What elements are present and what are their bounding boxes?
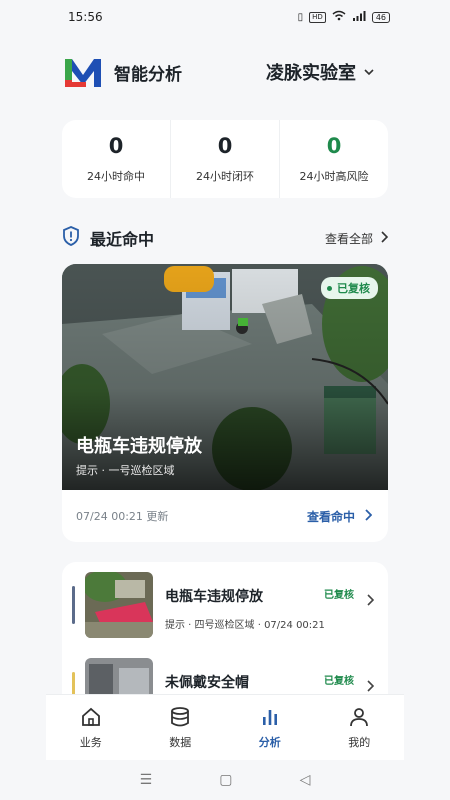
list-item-body: 电瓶车违规停放 提示 · 四号巡检区域 · 07/24 00:21 已复核	[165, 572, 388, 638]
nav-me[interactable]: 我的	[315, 695, 405, 760]
brand: 智能分析	[62, 53, 182, 91]
list-item-title: 电瓶车违规停放	[165, 589, 263, 605]
stat-value: 0	[217, 134, 233, 158]
view-hit-label: 查看命中	[306, 509, 355, 524]
stat-label: 24小时高风险	[299, 170, 369, 183]
hd-icon: HD	[309, 11, 326, 23]
chevron-right-icon	[367, 594, 375, 610]
nav-label: 业务	[79, 735, 102, 749]
lab-name: 凌脉实验室	[266, 63, 356, 84]
badge-label: 已复核	[337, 282, 370, 295]
nav-label: 数据	[169, 735, 192, 749]
stats-card: 0 24小时命中 0 24小时闭环 0 24小时高风险	[62, 120, 388, 198]
bottom-navigation: 业务 数据 分析 我的	[46, 694, 404, 760]
user-icon	[350, 707, 369, 726]
nav-label: 我的	[348, 735, 371, 749]
featured-hit-title: 电瓶车违规停放	[76, 436, 202, 457]
wifi-icon	[332, 10, 346, 24]
view-all-link[interactable]: 查看全部	[324, 230, 389, 247]
battery-level: 46	[375, 12, 386, 22]
accent-bar	[72, 586, 75, 624]
featured-hit-subtitle: 提示 · 一号巡检区域	[76, 464, 175, 477]
stat-label: 24小时闭环	[196, 170, 254, 183]
view-all-label: 查看全部	[324, 231, 373, 246]
recent-hits-header: 最近命中 查看全部	[62, 224, 389, 252]
nav-business[interactable]: 业务	[46, 695, 136, 760]
app-header: 智能分析 凌脉实验室	[46, 44, 404, 100]
home-icon	[81, 707, 100, 726]
updated-time: 07/24 00:21 更新	[76, 510, 169, 523]
list-item-subtitle: 提示 · 四号巡检区域 · 07/24 00:21	[165, 620, 325, 631]
list-item-status: 已复核	[324, 590, 354, 601]
stat-label: 24小时命中	[87, 170, 145, 183]
review-status-badge: 已复核	[321, 277, 378, 299]
signal-icon	[352, 10, 366, 24]
back-icon[interactable]: ◁	[300, 772, 311, 788]
home-button-icon[interactable]: ▢	[219, 772, 232, 788]
featured-hit-card[interactable]: 已复核 电瓶车违规停放 提示 · 一号巡检区域 07/24 00:21 更新 查…	[62, 264, 388, 542]
list-item[interactable]: 电瓶车违规停放 提示 · 四号巡检区域 · 07/24 00:21 已复核	[62, 562, 388, 648]
stat-value: 0	[326, 134, 342, 158]
stat-high-risk[interactable]: 0 24小时高风险	[279, 120, 388, 198]
system-navigation-bar: ☰ ▢ ◁	[46, 760, 404, 800]
app-logo	[65, 59, 101, 87]
stat-value: 0	[108, 134, 124, 158]
status-dot	[327, 285, 332, 291]
view-hit-link[interactable]: 查看命中	[306, 508, 373, 525]
status-time: 15:56	[68, 10, 103, 24]
menu-icon[interactable]: ☰	[140, 772, 153, 788]
battery-icon: 46	[371, 11, 390, 23]
status-bar: 15:56 ▯ HD 46	[46, 0, 404, 34]
bar-chart-icon	[262, 709, 277, 725]
section-title: 最近命中	[90, 230, 155, 249]
section-title-wrap: 最近命中	[62, 226, 154, 250]
list-item-title: 未佩戴安全帽	[165, 675, 249, 691]
featured-hit-footer: 07/24 00:21 更新 查看命中	[62, 490, 388, 542]
status-icons: ▯ HD 46	[298, 10, 390, 24]
nav-data[interactable]: 数据	[136, 695, 226, 760]
lab-selector[interactable]: 凌脉实验室	[266, 59, 374, 85]
chevron-down-icon	[364, 66, 374, 79]
featured-hit-image: 已复核 电瓶车违规停放 提示 · 一号巡检区域	[62, 264, 388, 490]
hit-list: 电瓶车违规停放 提示 · 四号巡检区域 · 07/24 00:21 已复核 未佩…	[62, 562, 388, 712]
chevron-right-icon	[381, 230, 389, 246]
nav-analysis[interactable]: 分析	[225, 695, 315, 760]
nav-label: 分析	[258, 735, 281, 749]
database-icon	[171, 706, 190, 726]
stat-closed[interactable]: 0 24小时闭环	[170, 120, 279, 198]
list-item-status: 已复核	[324, 676, 354, 687]
list-item-thumbnail	[85, 572, 153, 638]
shield-alert-icon	[62, 226, 80, 250]
app-title: 智能分析	[114, 64, 182, 85]
stat-hits[interactable]: 0 24小时命中	[62, 120, 170, 198]
vibrate-icon: ▯	[297, 11, 304, 23]
chevron-right-icon	[365, 508, 373, 524]
